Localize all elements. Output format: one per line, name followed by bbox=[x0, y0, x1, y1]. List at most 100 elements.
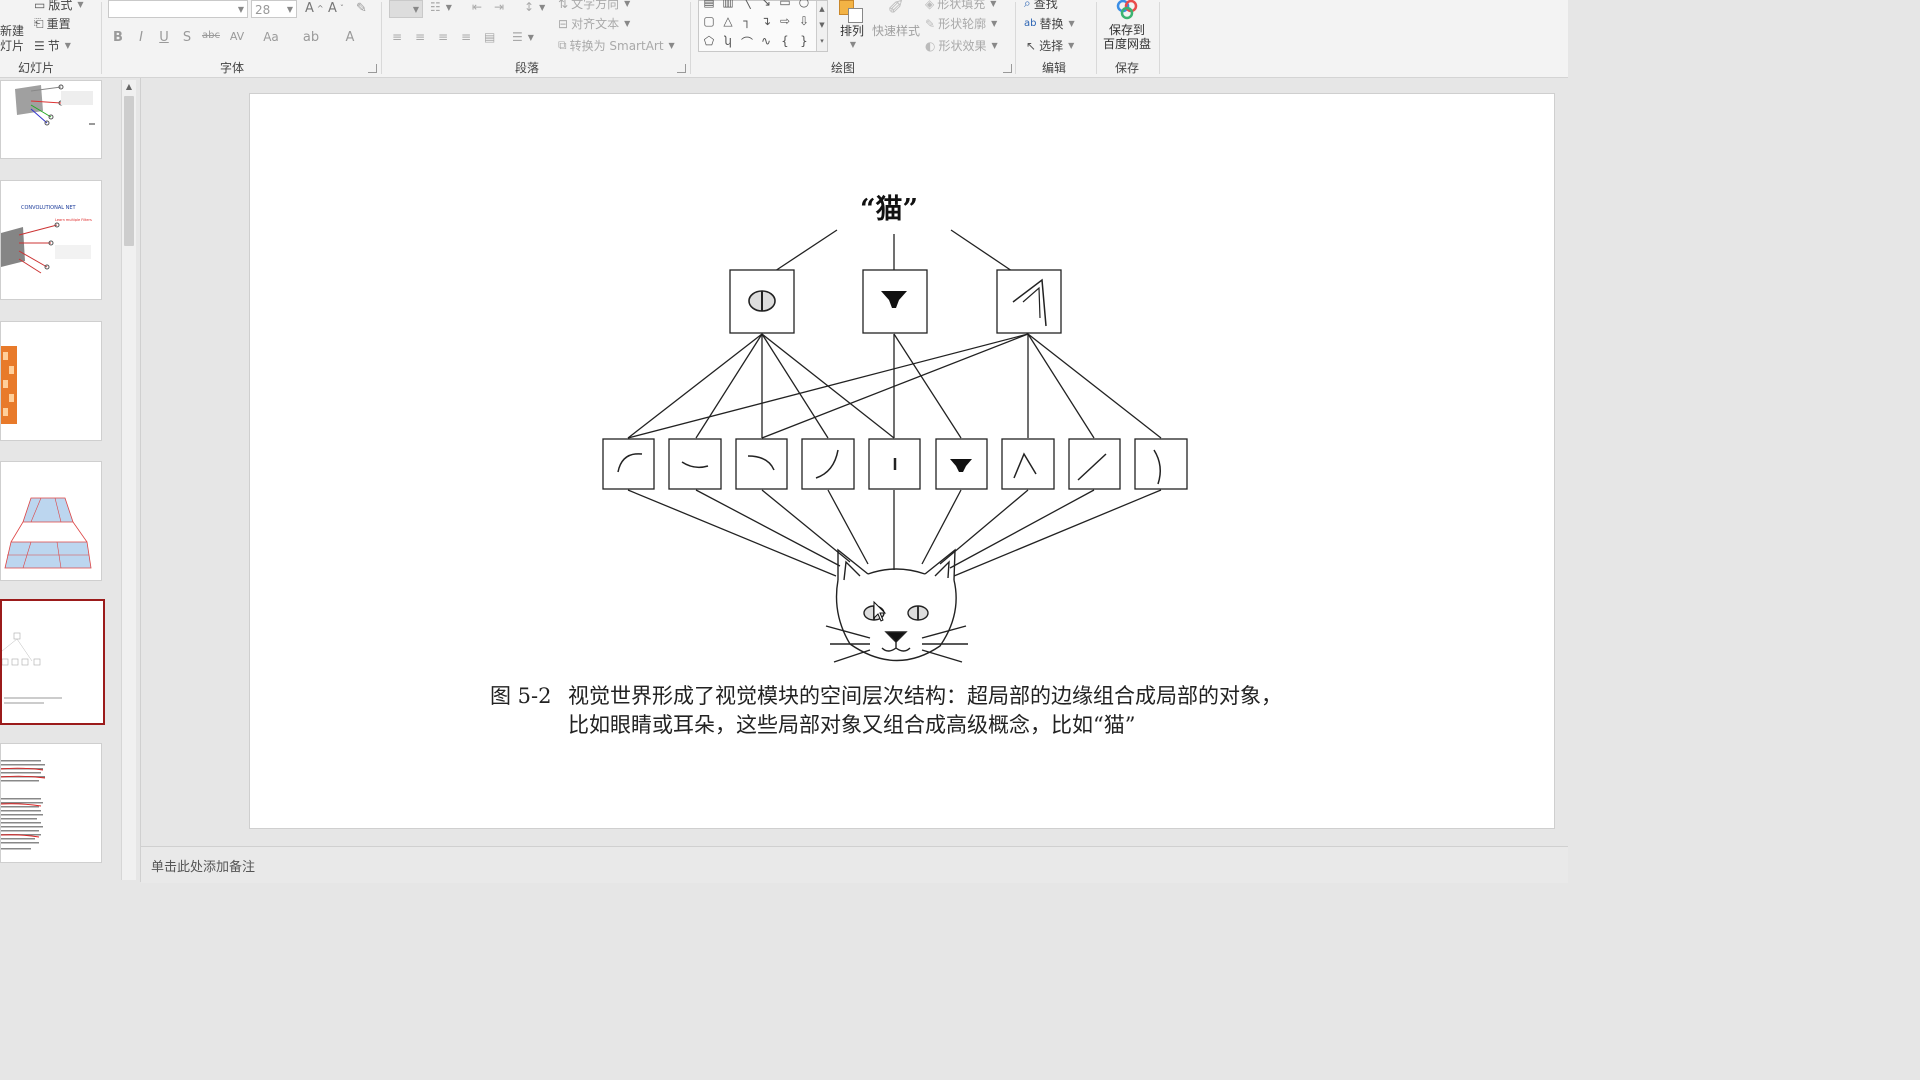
columns-icon[interactable]: ☰ ▼ bbox=[512, 30, 534, 44]
scroll-thumb[interactable] bbox=[124, 96, 134, 246]
bullets-button[interactable]: ▼ bbox=[389, 0, 423, 18]
vertical-textbox-shape-icon[interactable]: ▥ bbox=[719, 0, 737, 9]
convert-smartart-button[interactable]: ⧉ 转换为 SmartArt ▼ bbox=[558, 37, 675, 54]
align-left-icon[interactable]: ≡ bbox=[392, 30, 402, 44]
elbow-connector-shape-icon[interactable]: ┐ bbox=[738, 14, 756, 28]
save-group-label: 保存 bbox=[1114, 61, 1140, 75]
rounded-rect-shape-icon[interactable]: ▢ bbox=[700, 14, 718, 28]
arrange-button[interactable]: 排列 ▼ bbox=[836, 0, 868, 52]
italic-button[interactable]: I bbox=[132, 30, 150, 45]
ribbon: 新建 灯片 ▭ 版式 ▼ ⎗ 重置 ☰ 节 ▼ 幻灯片 ▼ 28 ▼ A ^ Aˇ… bbox=[0, 0, 1568, 78]
shadow-button[interactable]: S bbox=[178, 30, 196, 45]
shape-outline-button[interactable]: ✎ 形状轮廓 ▼ bbox=[925, 15, 997, 32]
underline-button[interactable]: U bbox=[155, 30, 173, 45]
text-direction-icon: ⇅ bbox=[558, 0, 569, 11]
shape-effects-button[interactable]: ◐ 形状效果 ▼ bbox=[925, 37, 998, 54]
slide-canvas[interactable]: “猫” 图 5-2 视觉世界形成了视觉模块的空间层次结构：超局部的边缘组合成局部… bbox=[249, 93, 1555, 829]
low-node-1 bbox=[602, 438, 655, 490]
chevron-down-icon: ▼ bbox=[286, 5, 293, 14]
edge-line bbox=[627, 489, 837, 577]
section-icon: ☰ bbox=[34, 38, 45, 53]
strikethrough-button[interactable]: abc bbox=[200, 30, 222, 41]
arc-shape-icon[interactable]: ⌒ bbox=[738, 34, 756, 51]
right-brace-shape-icon[interactable]: } bbox=[795, 34, 813, 48]
rectangle-shape-icon[interactable]: ▭ bbox=[776, 0, 794, 9]
elbow-arrow-shape-icon[interactable]: ↴ bbox=[757, 14, 775, 28]
chevron-down-icon[interactable]: ▼ bbox=[817, 17, 827, 33]
font-name-field[interactable]: ▼ bbox=[108, 0, 248, 18]
shape-fill-button[interactable]: ◈ 形状填充 ▼ bbox=[925, 0, 996, 12]
low-node-6 bbox=[935, 438, 988, 490]
align-center-icon[interactable]: ≡ bbox=[415, 30, 425, 44]
thumbnail-scrollbar[interactable]: ▲ bbox=[121, 80, 136, 880]
change-case-button[interactable]: Aa bbox=[260, 30, 282, 44]
edge-line bbox=[627, 333, 763, 439]
text-direction-button[interactable]: ⇅ 文字方向 ▼ bbox=[558, 0, 630, 12]
freeform-shape-icon[interactable]: ʮ bbox=[719, 34, 737, 48]
increase-indent-icon[interactable]: ⇥ bbox=[494, 0, 504, 14]
slide-thumbnail-selected[interactable] bbox=[0, 599, 105, 725]
oval-shape-icon[interactable]: ○ bbox=[795, 0, 813, 9]
shrink-font-button[interactable]: Aˇ bbox=[328, 1, 344, 16]
left-brace-shape-icon[interactable]: { bbox=[776, 34, 794, 48]
edge-line bbox=[893, 333, 962, 439]
decrease-indent-icon[interactable]: ⇤ bbox=[472, 0, 482, 14]
right-arrow-shape-icon[interactable]: ⇨ bbox=[776, 14, 794, 28]
justify-icon[interactable]: ≡ bbox=[461, 30, 471, 44]
replace-button[interactable]: ab 替换 ▼ bbox=[1024, 15, 1075, 32]
shape-gallery[interactable]: ▤ ▥ ╲ ↘ ▭ ○ ▢ △ ┐ ↴ ⇨ ⇩ ⬠ ʮ ⌒ ∿ { } ▲ ▼ … bbox=[698, 0, 828, 52]
text-direction-label: 文字方向 bbox=[571, 0, 620, 11]
line-shape-icon[interactable]: ╲ bbox=[738, 0, 756, 9]
slide-thumbnail[interactable] bbox=[0, 743, 102, 863]
triangle-shape-icon[interactable]: △ bbox=[719, 14, 737, 28]
bold-button[interactable]: B bbox=[109, 30, 127, 45]
distribute-icon[interactable]: ▤ bbox=[484, 30, 495, 44]
arrange-icon bbox=[836, 0, 868, 24]
reset-icon: ⎗ bbox=[34, 16, 44, 30]
font-color-button[interactable]: A bbox=[341, 30, 359, 45]
pentagon-shape-icon[interactable]: ⬠ bbox=[700, 34, 718, 48]
numbering-button[interactable]: ☷ ▼ bbox=[430, 0, 452, 14]
line-spacing-icon[interactable]: ↕ ▼ bbox=[524, 0, 545, 14]
font-size-field[interactable]: 28 ▼ bbox=[251, 0, 297, 18]
baidu-cloud-icon bbox=[1116, 0, 1138, 20]
chevron-up-icon[interactable]: ▲ bbox=[817, 1, 827, 17]
chevron-down-icon: ▼ bbox=[539, 2, 546, 12]
quick-styles-button[interactable]: ✐ 快速样式 bbox=[870, 0, 922, 38]
align-text-button[interactable]: ⊟ 对齐文本 ▼ bbox=[558, 15, 630, 32]
new-slide-button[interactable]: 新建 灯片 bbox=[0, 24, 24, 54]
caption-text-1: 视觉世界形成了视觉模块的空间层次结构：超局部的边缘组合成局部的对象， bbox=[568, 684, 1282, 708]
chevron-down-icon: ▼ bbox=[990, 0, 997, 8]
down-arrow-shape-icon[interactable]: ⇩ bbox=[795, 14, 813, 28]
char-spacing-button[interactable]: AV bbox=[226, 30, 248, 43]
gallery-scroll[interactable]: ▲ ▼ ▾ bbox=[816, 1, 827, 51]
layout-button[interactable]: ▭ 版式 ▼ bbox=[34, 0, 84, 13]
slide-thumbnail[interactable] bbox=[0, 321, 102, 441]
slide-thumbnail[interactable] bbox=[0, 461, 102, 581]
smartart-icon: ⧉ bbox=[558, 38, 567, 52]
scroll-up-icon[interactable]: ▲ bbox=[122, 82, 136, 91]
save-to-baidu-button[interactable]: 保存到 百度网盘 bbox=[1102, 0, 1152, 51]
section-button[interactable]: ☰ 节 ▼ bbox=[34, 37, 71, 54]
align-right-icon[interactable]: ≡ bbox=[438, 30, 448, 44]
textbox-shape-icon[interactable]: ▤ bbox=[700, 0, 718, 9]
highlight-icon[interactable]: ab bbox=[302, 30, 320, 45]
more-icon[interactable]: ▾ bbox=[817, 33, 827, 49]
find-button[interactable]: ⌕ 查找 bbox=[1024, 0, 1058, 12]
arrow-line-shape-icon[interactable]: ↘ bbox=[757, 0, 775, 9]
slide-thumbnail[interactable] bbox=[0, 80, 102, 159]
notes-pane[interactable]: 单击此处添加备注 bbox=[141, 846, 1568, 883]
cursor-icon: ↖ bbox=[1026, 38, 1037, 53]
reset-button[interactable]: ⎗ 重置 bbox=[34, 15, 71, 32]
drawing-dialog-launcher-icon[interactable] bbox=[1003, 64, 1012, 73]
low-node-4 bbox=[801, 438, 855, 490]
edge-line bbox=[761, 333, 895, 439]
select-button[interactable]: ↖ 选择 ▼ bbox=[1026, 37, 1074, 54]
slide-thumbnail[interactable]: CONVOLUTIONAL NET Learn multiple Filters bbox=[0, 180, 102, 300]
curve-shape-icon[interactable]: ∿ bbox=[757, 34, 775, 48]
clear-format-icon[interactable]: ✎ bbox=[356, 1, 367, 16]
font-dialog-launcher-icon[interactable] bbox=[368, 64, 377, 73]
grow-font-button[interactable]: A ^ bbox=[305, 1, 324, 16]
paint-bucket-icon: ◈ bbox=[925, 0, 935, 11]
paragraph-dialog-launcher-icon[interactable] bbox=[677, 64, 686, 73]
